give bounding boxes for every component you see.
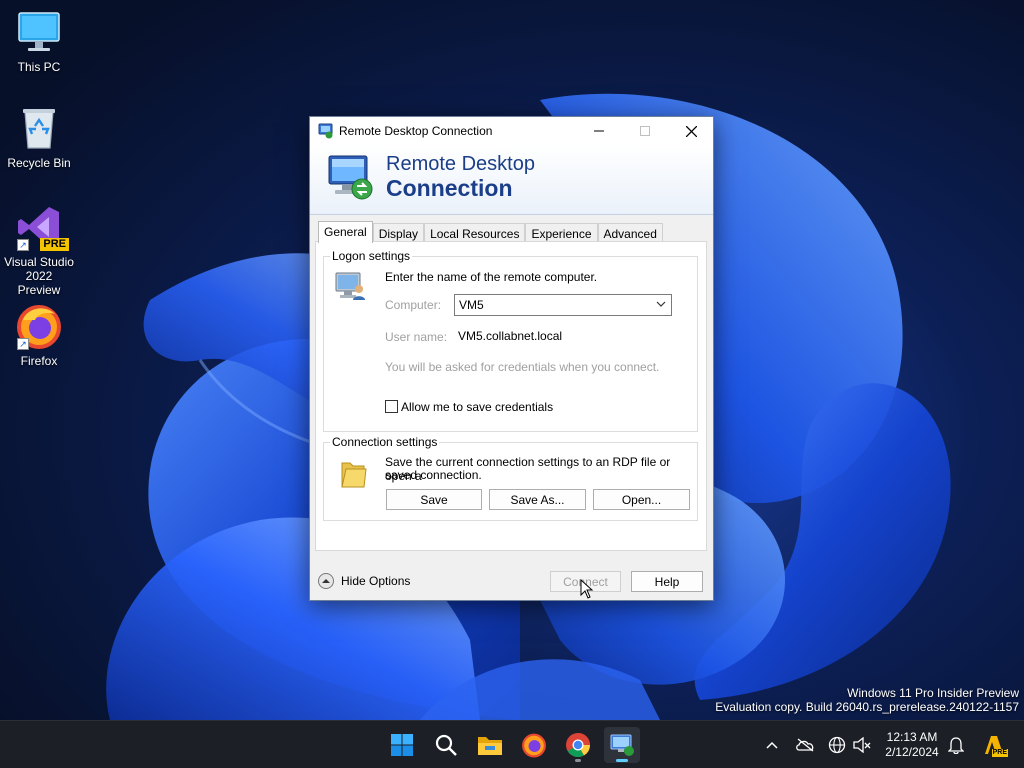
logon-settings-group: Logon settings Enter the name of the rem… xyxy=(323,249,698,432)
bell-icon xyxy=(948,737,964,754)
firefox-taskbar-button[interactable] xyxy=(516,727,552,763)
logon-instruction: Enter the name of the remote computer. xyxy=(385,270,598,284)
banner-title-line-1: Remote Desktop xyxy=(386,153,535,175)
preview-badge: PRE xyxy=(40,238,69,251)
dialog-banner: Remote Desktop Connection xyxy=(310,145,713,215)
close-icon xyxy=(685,125,697,137)
mouse-cursor-icon xyxy=(580,579,594,599)
folder-icon xyxy=(340,457,368,492)
remote-desktop-dialog: Remote Desktop Connection Remote Desktop… xyxy=(309,116,714,601)
copilot-preview-badge: PRE xyxy=(991,749,1008,757)
show-hidden-icons-button[interactable] xyxy=(762,735,782,755)
active-indicator xyxy=(616,759,628,762)
start-button[interactable] xyxy=(384,727,420,763)
connection-settings-group: Connection settings Save the current con… xyxy=(323,435,698,521)
watermark-line-2: Evaluation copy. Build 26040.rs_prerelea… xyxy=(715,700,1019,714)
computer-user-icon xyxy=(334,271,366,304)
firefox-icon xyxy=(522,733,546,758)
chevron-down-icon[interactable] xyxy=(656,298,666,312)
minimize-button[interactable] xyxy=(576,117,622,145)
desktop-icon-label: Firefox xyxy=(20,354,58,368)
desktop-icon-this-pc[interactable]: This PC xyxy=(4,8,74,74)
hide-options-label: Hide Options xyxy=(341,574,411,588)
maximize-icon xyxy=(640,126,650,136)
minimize-icon xyxy=(594,130,604,132)
notifications-button[interactable] xyxy=(946,735,966,755)
monitor-icon xyxy=(15,8,63,56)
banner-title-line-2: Connection xyxy=(386,175,513,201)
connection-settings-label: Connection settings xyxy=(330,435,440,449)
network-tray-button[interactable] xyxy=(827,735,847,755)
taskbar: 12:13 AM 2/12/2024 PRE xyxy=(0,720,1024,768)
tab-local-resources[interactable]: Local Resources xyxy=(424,223,526,243)
desktop-icon-label: This PC xyxy=(17,60,61,74)
search-icon xyxy=(435,734,457,756)
username-field[interactable]: VM5.collabnet.local xyxy=(454,326,672,346)
desktop-icon-label: Visual Studio 2022 Preview xyxy=(4,255,74,297)
desktop-icon-visual-studio[interactable]: PRE ↗ Visual Studio 2022 Preview xyxy=(4,203,74,297)
window-title: Remote Desktop Connection xyxy=(339,124,493,138)
speaker-muted-icon xyxy=(853,737,871,753)
tab-strip: General Display Local Resources Experien… xyxy=(318,221,663,243)
remote-desktop-taskbar-button[interactable] xyxy=(604,727,640,763)
clock-time: 12:13 AM xyxy=(886,730,938,744)
username-label: User name: xyxy=(385,330,448,344)
remote-desktop-logo-icon xyxy=(326,153,376,206)
computer-label: Computer: xyxy=(385,298,442,312)
maximize-button[interactable] xyxy=(622,117,668,145)
desktop-icon-label: Recycle Bin xyxy=(7,156,71,170)
remote-desktop-icon xyxy=(610,734,634,756)
copilot-button[interactable]: PRE xyxy=(980,735,1008,757)
computer-value: VM5 xyxy=(459,298,484,312)
shortcut-arrow-icon: ↗ xyxy=(17,338,29,350)
title-bar[interactable]: Remote Desktop Connection xyxy=(310,117,713,145)
tab-display[interactable]: Display xyxy=(372,223,425,243)
file-explorer-icon xyxy=(478,737,502,755)
visual-studio-icon: PRE ↗ xyxy=(15,203,69,251)
close-button[interactable] xyxy=(668,117,714,145)
help-button[interactable]: Help xyxy=(631,571,703,592)
open-button[interactable]: Open... xyxy=(593,489,690,510)
evaluation-watermark: Windows 11 Pro Insider Preview Evaluatio… xyxy=(715,686,1019,714)
start-icon xyxy=(391,734,413,756)
general-tab-panel: Logon settings Enter the name of the rem… xyxy=(315,241,707,551)
shortcut-arrow-icon: ↗ xyxy=(17,239,29,251)
desktop-icon-recycle-bin[interactable]: Recycle Bin xyxy=(4,104,74,170)
clock[interactable]: 12:13 AM 2/12/2024 xyxy=(872,730,952,760)
tab-experience[interactable]: Experience xyxy=(525,223,598,243)
search-button[interactable] xyxy=(428,727,464,763)
save-as-button[interactable]: Save As... xyxy=(489,489,586,510)
save-credentials-checkbox[interactable] xyxy=(385,400,398,413)
connection-description-line-2: saved connection. xyxy=(385,468,482,482)
logon-settings-label: Logon settings xyxy=(330,249,413,263)
chevron-up-icon xyxy=(766,741,778,749)
recycle-bin-icon xyxy=(15,104,63,152)
cloud-offline-icon xyxy=(796,738,814,752)
onedrive-tray-button[interactable] xyxy=(795,735,815,755)
chrome-taskbar-button[interactable] xyxy=(560,727,596,763)
globe-icon xyxy=(828,736,846,754)
clock-date: 2/12/2024 xyxy=(885,745,939,759)
desktop-icon-firefox[interactable]: ↗ Firefox xyxy=(4,302,74,368)
computer-combobox[interactable]: VM5 xyxy=(454,294,672,316)
chevron-up-icon xyxy=(318,573,334,589)
file-explorer-button[interactable] xyxy=(472,727,508,763)
save-credentials-label[interactable]: Allow me to save credentials xyxy=(401,400,553,414)
remote-desktop-app-icon xyxy=(318,123,334,142)
tab-general[interactable]: General xyxy=(318,221,373,243)
watermark-line-1: Windows 11 Pro Insider Preview xyxy=(847,686,1019,700)
hide-options-toggle[interactable]: Hide Options xyxy=(318,573,410,589)
save-button[interactable]: Save xyxy=(386,489,482,510)
tab-advanced[interactable]: Advanced xyxy=(597,223,663,243)
running-indicator xyxy=(575,759,581,762)
firefox-icon: ↗ xyxy=(15,302,63,350)
volume-tray-button[interactable] xyxy=(852,735,872,755)
credentials-note: You will be asked for credentials when y… xyxy=(385,360,660,374)
chrome-icon xyxy=(566,733,590,758)
